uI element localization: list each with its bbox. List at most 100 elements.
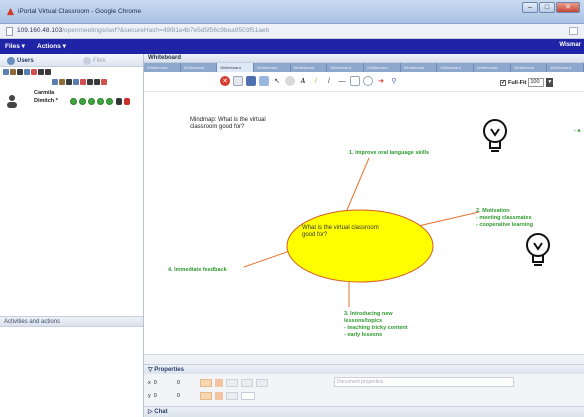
ellipse-tool-icon[interactable] bbox=[363, 76, 373, 86]
tab-whiteboard[interactable]: Whiteboard bbox=[437, 63, 475, 72]
user-tool-icon[interactable] bbox=[24, 69, 30, 75]
permission-icon[interactable] bbox=[70, 98, 77, 105]
horizontal-scrollbar[interactable] bbox=[144, 354, 584, 364]
w-value[interactable]: 0 bbox=[177, 380, 180, 386]
whiteboard-canvas[interactable]: Mindmap: What is the virtual classroom g… bbox=[144, 92, 584, 364]
tab-whiteboard[interactable]: Whiteboard bbox=[511, 63, 548, 72]
permission-icon[interactable] bbox=[97, 98, 104, 105]
pencil-icon[interactable] bbox=[94, 79, 100, 85]
properties-header[interactable]: ▽ Properties bbox=[144, 365, 584, 374]
page-zoom-icon[interactable] bbox=[569, 27, 578, 35]
lightbulb-icon bbox=[483, 119, 507, 152]
mic-icon[interactable] bbox=[87, 79, 93, 85]
opacity-field[interactable] bbox=[225, 392, 238, 400]
user-tool-icon[interactable] bbox=[59, 79, 65, 85]
italic-toggle[interactable] bbox=[255, 379, 268, 387]
tab-files[interactable]: Files bbox=[80, 55, 109, 66]
mic-icon[interactable] bbox=[116, 98, 122, 105]
save-icon[interactable] bbox=[246, 76, 256, 86]
chrome-favicon-icon bbox=[6, 7, 15, 16]
lightbulb-icon bbox=[526, 233, 550, 266]
full-fit-control: ✓ Full-Fit 100 ▼ bbox=[500, 78, 554, 87]
line-color-swatch[interactable] bbox=[214, 379, 223, 387]
full-fit-checkbox[interactable]: ✓ bbox=[500, 79, 506, 86]
properties-panel: ▽ Properties x 0 0 y 0 0 Document proper… bbox=[144, 364, 584, 406]
new-page-icon[interactable] bbox=[233, 76, 243, 86]
files-menu[interactable]: Files ▾ bbox=[5, 42, 25, 50]
font-size-field[interactable] bbox=[225, 379, 238, 387]
tab-whiteboard[interactable]: Whiteboard bbox=[181, 63, 218, 72]
arrow-tool-icon[interactable]: ➜ bbox=[376, 76, 386, 86]
user-tool-icon[interactable] bbox=[52, 79, 58, 85]
zoom-select[interactable]: 100 bbox=[528, 78, 545, 87]
tab-whiteboard[interactable]: Whiteboard bbox=[217, 63, 255, 72]
chat-bar[interactable]: ▷ Chat bbox=[144, 406, 584, 417]
highlighter-icon[interactable]: / bbox=[311, 76, 321, 86]
user-tool-icon[interactable] bbox=[10, 69, 16, 75]
user-tool-icon[interactable] bbox=[73, 79, 79, 85]
tab-whiteboard[interactable]: Whiteboard bbox=[144, 63, 181, 72]
pencil-icon[interactable] bbox=[17, 69, 23, 75]
tab-whiteboard[interactable]: Whiteboard bbox=[547, 63, 584, 72]
permission-icon[interactable] bbox=[88, 98, 95, 105]
delete-icon[interactable]: ✕ bbox=[220, 76, 230, 86]
permission-icon[interactable] bbox=[106, 98, 113, 105]
user-tool-icon[interactable] bbox=[31, 69, 37, 75]
tab-whiteboard[interactable]: Whiteboard bbox=[401, 63, 438, 72]
pencil-icon[interactable] bbox=[45, 69, 51, 75]
fill-color-swatch[interactable] bbox=[199, 379, 212, 387]
hand-icon[interactable] bbox=[285, 76, 295, 86]
properties-row-2: y 0 0 bbox=[148, 392, 255, 400]
bold-toggle[interactable] bbox=[240, 379, 253, 387]
mic-icon[interactable] bbox=[38, 69, 44, 75]
app-menubar: Files ▾ Actions ▾ Wismar bbox=[0, 39, 584, 54]
user-tool-icon[interactable] bbox=[80, 79, 86, 85]
whiteboard-panel: Whiteboard Whiteboard Whiteboard Whitebo… bbox=[144, 54, 584, 364]
user-permission-icons bbox=[70, 98, 113, 105]
pointer-icon[interactable]: ↖ bbox=[272, 76, 282, 86]
address-bar[interactable]: 109.160.48.103/openmeetings/swf?&secureH… bbox=[0, 24, 584, 39]
tab-whiteboard[interactable]: Whiteboard bbox=[254, 63, 291, 72]
document-properties-field[interactable]: Document properties bbox=[334, 377, 514, 387]
mindmap-node-3-line1: - teaching tricky content bbox=[344, 325, 408, 331]
mindmap-center-ellipse bbox=[286, 209, 434, 283]
h-value[interactable]: 0 bbox=[177, 393, 180, 399]
permission-icon[interactable] bbox=[79, 98, 86, 105]
line-tool-icon[interactable]: / bbox=[324, 76, 334, 86]
actions-menu[interactable]: Actions ▾ bbox=[37, 42, 66, 50]
mindmap-center-text: What is the virtual classroom good for? bbox=[302, 225, 379, 238]
mindmap-edge-text: - a bbox=[574, 128, 581, 134]
user-tool-icon[interactable] bbox=[101, 79, 107, 85]
maximize-button[interactable]: □ bbox=[539, 2, 555, 13]
window-controls: – □ ✕ bbox=[522, 2, 580, 14]
x-value[interactable]: 0 bbox=[154, 380, 157, 386]
tab-whiteboard[interactable]: Whiteboard bbox=[327, 63, 365, 72]
zoom-tool-icon[interactable]: ⚲ bbox=[389, 76, 399, 86]
activities-panel-header[interactable]: Activities and actions bbox=[0, 316, 143, 327]
y-value[interactable]: 0 bbox=[154, 393, 157, 399]
tab-users[interactable]: Users bbox=[4, 55, 37, 66]
minimize-button[interactable]: – bbox=[522, 2, 538, 13]
current-user[interactable]: Wismar bbox=[559, 42, 581, 48]
close-window-button[interactable]: ✕ bbox=[556, 2, 580, 13]
connector-line bbox=[343, 157, 370, 218]
refresh-icon[interactable] bbox=[259, 76, 269, 86]
text-tool-icon[interactable]: A bbox=[298, 76, 308, 86]
line-width-field[interactable] bbox=[240, 392, 255, 400]
line-color-swatch[interactable] bbox=[214, 392, 223, 400]
underline-tool-icon[interactable]: — bbox=[337, 76, 347, 86]
mute-icon[interactable] bbox=[124, 98, 130, 105]
pencil-icon[interactable] bbox=[66, 79, 72, 85]
x-label: x bbox=[148, 380, 151, 386]
tab-whiteboard[interactable]: Whiteboard bbox=[474, 63, 511, 72]
rectangle-tool-icon[interactable] bbox=[350, 76, 360, 86]
chevron-down-icon[interactable]: ▼ bbox=[546, 78, 554, 87]
list-item[interactable]: Carmila Dimitch * bbox=[0, 87, 143, 115]
mindmap-node-1: 1. Improve oral language skills bbox=[349, 150, 430, 156]
tab-whiteboard[interactable]: Whiteboard bbox=[364, 63, 401, 72]
user-tool-icon[interactable] bbox=[3, 69, 9, 75]
mindmap-node-4: 4. Immediate feedback bbox=[168, 267, 227, 273]
tab-whiteboard[interactable]: Whiteboard bbox=[291, 63, 328, 72]
url-text[interactable]: 109.160.48.103/openmeetings/swf?&secureH… bbox=[17, 27, 269, 34]
fill-color-swatch[interactable] bbox=[199, 392, 212, 400]
